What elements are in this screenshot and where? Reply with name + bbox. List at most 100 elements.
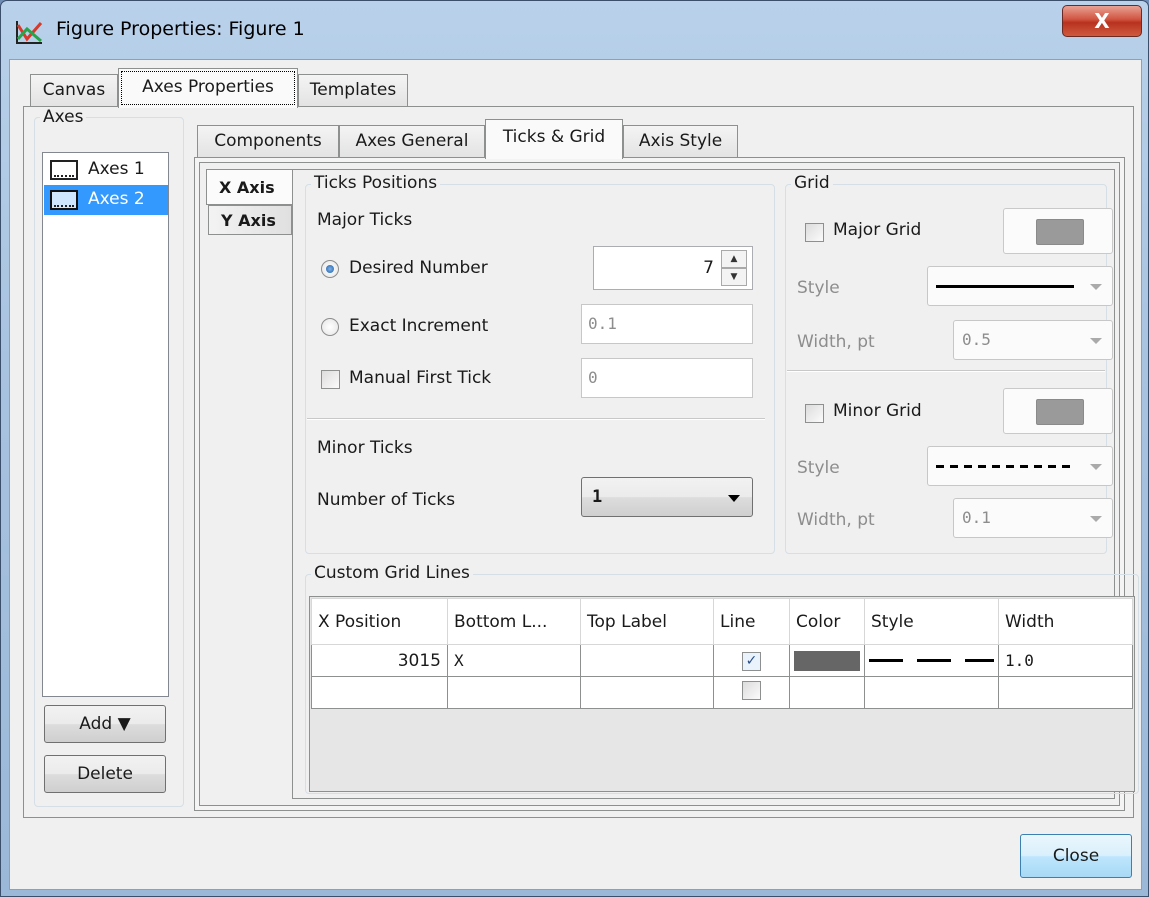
column-header[interactable]: Top Label <box>580 598 714 645</box>
minor-grid-color-button[interactable] <box>1003 388 1113 434</box>
chevron-down-icon <box>1090 516 1102 522</box>
ticks-grid-panel: X Axis Y Axis Ticks Positions Major Tick… <box>194 157 1139 811</box>
line-cell[interactable] <box>713 676 790 709</box>
x-position-cell[interactable] <box>311 676 448 709</box>
checkmark-icon[interactable]: ✓ <box>742 652 761 671</box>
tab-canvas[interactable]: Canvas <box>30 74 118 106</box>
window-close-button[interactable]: X <box>1062 5 1142 37</box>
axes-list-item-2[interactable]: Axes 2 <box>44 185 168 215</box>
color-swatch <box>794 650 860 671</box>
ticks-positions-title: Ticks Positions <box>311 173 441 193</box>
color-cell[interactable] <box>789 676 865 709</box>
minor-style-select[interactable] <box>927 446 1113 486</box>
x-position-cell[interactable]: 3015 <box>311 644 448 677</box>
tab-x-axis[interactable]: X Axis <box>206 169 292 205</box>
number-of-ticks-select[interactable]: 1 <box>581 477 753 517</box>
tab-y-axis[interactable]: Y Axis <box>208 205 292 235</box>
manual-first-tick-checkbox[interactable] <box>321 370 340 389</box>
axes-icon <box>50 160 78 180</box>
major-width-label: Width, pt <box>797 332 875 352</box>
custom-grid-table[interactable]: X Position Bottom L... Top Label Line Co… <box>309 596 1135 792</box>
table-row[interactable] <box>311 676 1133 709</box>
axes-properties-panel: Axes Axes 1 Axes 2 Add ▼ Delete Componen… <box>23 106 1139 818</box>
chart-icon <box>16 21 43 44</box>
delete-axes-button[interactable]: Delete <box>44 755 166 793</box>
line-cell[interactable]: ✓ <box>713 644 790 677</box>
dash-line-icon <box>869 659 994 662</box>
table-row[interactable]: 3015 X ✓ 1.0 <box>311 644 1133 677</box>
width-cell[interactable]: 1.0 <box>998 644 1133 677</box>
chevron-down-icon <box>1090 464 1102 470</box>
color-cell[interactable] <box>789 644 865 677</box>
style-cell[interactable] <box>864 676 999 709</box>
major-grid-color-button[interactable] <box>1003 208 1113 254</box>
minor-width-label: Width, pt <box>797 510 875 530</box>
axes-list[interactable]: Axes 1 Axes 2 <box>42 152 169 697</box>
column-header[interactable]: Color <box>789 598 865 645</box>
bottom-label-cell[interactable]: X <box>447 644 581 677</box>
tab-y-axis-label: Y Axis <box>221 211 276 230</box>
add-axes-button[interactable]: Add ▼ <box>44 705 166 743</box>
tab-axes-properties[interactable]: Axes Properties <box>118 68 298 108</box>
exact-increment-label[interactable]: Exact Increment <box>349 316 488 336</box>
major-width-select[interactable]: 0.5 <box>953 320 1113 360</box>
desired-number-radio[interactable] <box>321 260 339 278</box>
axes-group-title: Axes <box>40 107 87 127</box>
spinner-up-icon[interactable]: ▲ <box>721 250 747 268</box>
major-style-select[interactable] <box>927 266 1113 306</box>
column-header[interactable]: Bottom L... <box>447 598 581 645</box>
desired-number-spinner[interactable]: ▲ ▼ <box>721 250 747 286</box>
number-of-ticks-label: Number of Ticks <box>317 490 456 510</box>
title-bar[interactable]: Figure Properties: Figure 1 X <box>1 1 1148 59</box>
desired-number-value: 7 <box>703 258 714 278</box>
manual-first-tick-label[interactable]: Manual First Tick <box>349 368 491 388</box>
manual-first-tick-field[interactable]: 0 <box>581 358 753 398</box>
chevron-down-icon <box>1090 338 1102 344</box>
dialog-client: Canvas Axes Properties Templates Axes Ax… <box>9 59 1142 890</box>
top-label-cell[interactable] <box>580 676 714 709</box>
major-grid-label[interactable]: Major Grid <box>833 220 921 240</box>
ticks-grid-inner: X Axis Y Axis Ticks Positions Major Tick… <box>199 162 1139 806</box>
major-style-label: Style <box>797 278 840 298</box>
tab-ticks-grid[interactable]: Ticks & Grid <box>485 119 623 159</box>
custom-grid-grid: X Position Bottom L... Top Label Line Co… <box>311 598 1133 709</box>
minor-grid-checkbox[interactable] <box>805 404 824 423</box>
column-header[interactable]: X Position <box>311 598 448 645</box>
minor-ticks-label: Minor Ticks <box>317 438 413 458</box>
axis-content: Ticks Positions Major Ticks Desired Numb… <box>292 169 1139 799</box>
exact-increment-field[interactable]: 0.1 <box>581 304 753 344</box>
minor-grid-label[interactable]: Minor Grid <box>833 401 922 421</box>
column-header[interactable]: Line <box>713 598 790 645</box>
axes-list-item-1[interactable]: Axes 1 <box>44 155 168 185</box>
width-cell[interactable] <box>998 676 1133 709</box>
tab-axes-general[interactable]: Axes General <box>339 125 485 157</box>
minor-width-value: 0.1 <box>962 508 991 527</box>
minor-width-select[interactable]: 0.1 <box>953 498 1113 538</box>
bottom-label-cell[interactable] <box>447 676 581 709</box>
major-width-value: 0.5 <box>962 330 991 349</box>
spinner-down-icon[interactable]: ▼ <box>721 268 747 286</box>
exact-increment-radio[interactable] <box>321 318 339 336</box>
tab-axis-style[interactable]: Axis Style <box>623 125 738 157</box>
solid-line-icon <box>936 285 1074 288</box>
checkbox-icon[interactable] <box>742 680 761 700</box>
tab-templates[interactable]: Templates <box>298 74 408 106</box>
column-header[interactable]: Style <box>864 598 999 645</box>
axes-icon <box>50 190 78 210</box>
table-header-row: X Position Bottom L... Top Label Line Co… <box>311 598 1133 645</box>
chevron-down-icon <box>728 495 740 502</box>
dashed-line-icon <box>936 465 1074 468</box>
close-button[interactable]: Close <box>1020 834 1132 878</box>
desired-number-label[interactable]: Desired Number <box>349 258 488 278</box>
grid-separator <box>787 370 1105 372</box>
major-ticks-label: Major Ticks <box>317 210 413 230</box>
tab-components[interactable]: Components <box>197 125 339 157</box>
column-header[interactable]: Width <box>998 598 1133 645</box>
dialog-window: Figure Properties: Figure 1 X Canvas Axe… <box>0 0 1149 897</box>
style-cell[interactable] <box>864 644 999 677</box>
axes-list-item-label: Axes 2 <box>88 189 145 209</box>
custom-grid-title: Custom Grid Lines <box>311 563 473 583</box>
top-label-cell[interactable] <box>580 644 714 677</box>
major-grid-checkbox[interactable] <box>805 223 824 242</box>
chevron-down-icon <box>1090 284 1102 290</box>
